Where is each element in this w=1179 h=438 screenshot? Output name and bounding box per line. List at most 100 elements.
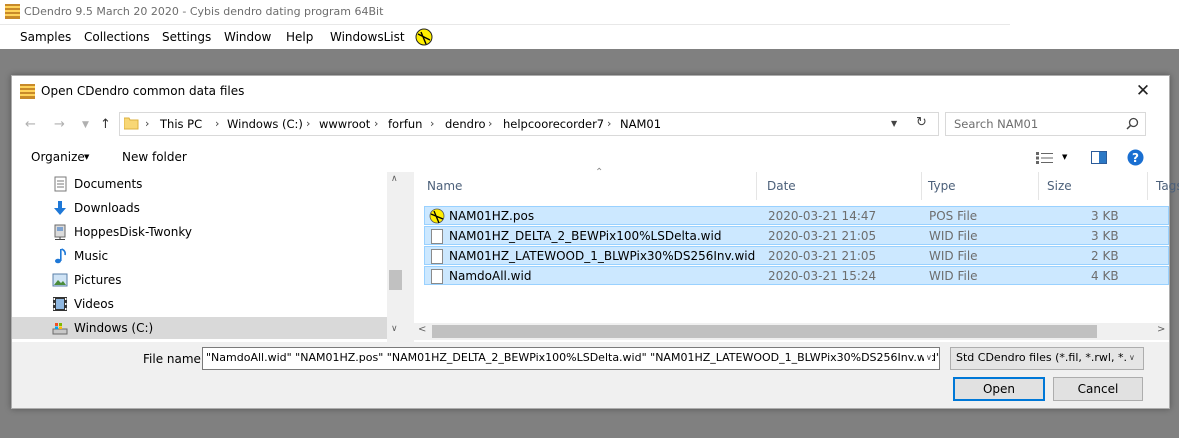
- menu-collections[interactable]: Collections: [84, 30, 150, 44]
- app-background-right: [1010, 0, 1179, 49]
- command-bar: Organize ▼ New folder ▼ ?: [12, 144, 1169, 172]
- scrollbar-thumb[interactable]: [432, 325, 1097, 338]
- nav-item-label: Pictures: [74, 273, 122, 287]
- nav-item-hoppesdisk-twonky[interactable]: HoppesDisk-Twonky: [52, 221, 392, 243]
- back-icon[interactable]: ←: [25, 117, 36, 132]
- file-date: 2020-03-21 21:05: [768, 229, 877, 243]
- recent-chevron-icon[interactable]: ▼: [82, 120, 89, 130]
- menu-windowslist[interactable]: WindowsList: [330, 30, 405, 44]
- organize-button[interactable]: Organize: [31, 150, 85, 164]
- menu-samples[interactable]: Samples: [20, 30, 71, 44]
- file-name-input[interactable]: "NamdoAll.wid" "NAM01HZ.pos" "NAM01HZ_DE…: [202, 347, 940, 370]
- refresh-icon[interactable]: ↻: [916, 115, 927, 130]
- scroll-right-icon[interactable]: >: [1157, 324, 1165, 335]
- scroll-up-icon[interactable]: ∧: [391, 174, 398, 184]
- preview-pane-icon[interactable]: [1091, 151, 1107, 164]
- breadcrumb-windows-c[interactable]: Windows (C:): [227, 117, 303, 131]
- breadcrumb-dendro[interactable]: dendro: [445, 117, 485, 131]
- breadcrumb-this-pc[interactable]: This PC: [160, 117, 202, 131]
- file-size: 3 KB: [1091, 209, 1119, 223]
- address-dropdown-icon[interactable]: ▼: [891, 119, 897, 128]
- file-size: 3 KB: [1091, 229, 1119, 243]
- breadcrumb-wwwroot[interactable]: wwwroot: [319, 117, 370, 131]
- column-divider[interactable]: [921, 172, 922, 200]
- app-title: CDendro 9.5 March 20 2020 - Cybis dendro…: [24, 5, 384, 18]
- file-icon: [431, 249, 443, 264]
- file-date: 2020-03-21 14:47: [768, 209, 877, 223]
- nav-item-label: HoppesDisk-Twonky: [74, 225, 192, 239]
- breadcrumb-separator-icon: ›: [430, 117, 435, 130]
- new-folder-button[interactable]: New folder: [122, 150, 187, 164]
- breadcrumb-separator-icon: ›: [607, 117, 612, 130]
- open-button[interactable]: Open: [953, 377, 1045, 401]
- file-name: NAM01HZ_LATEWOOD_1_BLWPix30%DS256Inv.wid: [449, 249, 756, 263]
- nav-item-music[interactable]: Music: [52, 245, 392, 267]
- address-bar[interactable]: › This PC › Windows (C:) › wwwroot › for…: [119, 112, 939, 136]
- scroll-down-icon[interactable]: ∨: [391, 324, 398, 334]
- cdendro-logo-icon: [5, 4, 20, 19]
- file-name-label: File name:: [143, 352, 205, 366]
- file-type-select[interactable]: Std CDendro files (*.fil, *.rwl, *.f ∨: [950, 347, 1144, 370]
- scroll-left-icon[interactable]: <: [418, 324, 426, 335]
- column-header-size[interactable]: Size: [1047, 179, 1072, 193]
- menu-settings[interactable]: Settings: [162, 30, 211, 44]
- menu-window[interactable]: Window: [224, 30, 271, 44]
- file-row[interactable]: NAM01HZ_LATEWOOD_1_BLWPix30%DS256Inv.wid…: [424, 246, 1169, 265]
- breadcrumb-separator-icon: ›: [488, 117, 493, 130]
- file-list: ⌃ Name Date Type Size Tags NAM01HZ.pos 2…: [414, 167, 1179, 342]
- file-type: WID File: [929, 269, 978, 283]
- column-divider[interactable]: [756, 172, 757, 200]
- file-type: POS File: [929, 209, 978, 223]
- file-type-dropdown-icon[interactable]: ∨: [1127, 353, 1135, 362]
- breadcrumb-forfun[interactable]: forfun: [388, 117, 422, 131]
- dialog-titlebar: Open CDendro common data files ✕: [12, 76, 1169, 106]
- nav-item-documents[interactable]: Documents: [52, 173, 392, 195]
- pictures-icon: [52, 273, 68, 287]
- drive-icon: [52, 323, 68, 335]
- breadcrumb-helpcoorecorder7[interactable]: helpcoorecorder7: [503, 117, 604, 131]
- dialog-title: Open CDendro common data files: [41, 84, 245, 98]
- file-row[interactable]: NamdoAll.wid 2020-03-21 15:24 WID File 4…: [424, 266, 1169, 285]
- view-chevron-icon[interactable]: ▼: [1062, 153, 1067, 161]
- breadcrumb-nam01[interactable]: NAM01: [620, 117, 661, 131]
- nav-item-pictures[interactable]: Pictures: [52, 269, 392, 291]
- column-header-tags[interactable]: Tags: [1156, 179, 1179, 193]
- menu-help[interactable]: Help: [286, 30, 313, 44]
- svg-text:?: ?: [1132, 151, 1139, 165]
- help-icon[interactable]: ?: [1127, 149, 1144, 166]
- file-row[interactable]: NAM01HZ.pos 2020-03-21 14:47 POS File 3 …: [424, 206, 1169, 225]
- file-size: 2 KB: [1091, 249, 1119, 263]
- column-header-name[interactable]: Name: [427, 179, 462, 193]
- navigation-scrollbar[interactable]: ∧ ∨: [387, 172, 404, 342]
- nav-item-videos[interactable]: Videos: [52, 293, 392, 315]
- scrollbar-thumb[interactable]: [389, 270, 402, 290]
- cancel-button[interactable]: Cancel: [1053, 377, 1143, 401]
- menubar: Samples Collections Settings Window Help…: [0, 25, 1010, 49]
- navigation-pane: Documents Downloads HoppesDisk-Twonky Mu…: [12, 172, 404, 342]
- breadcrumb-separator-icon: ›: [374, 117, 379, 130]
- horizontal-scrollbar[interactable]: < >: [414, 323, 1169, 340]
- column-divider[interactable]: [1038, 172, 1039, 200]
- search-icon[interactable]: [1126, 117, 1139, 130]
- file-type-value: Std CDendro files (*.fil, *.rwl, *.f: [956, 351, 1131, 364]
- nav-item-label: Windows (C:): [74, 321, 154, 335]
- nav-item-windows-c[interactable]: Windows (C:): [12, 317, 387, 339]
- forward-icon[interactable]: →: [54, 117, 65, 132]
- cybis-logo-icon[interactable]: [415, 28, 433, 46]
- nav-item-label: Videos: [74, 297, 114, 311]
- column-header-type[interactable]: Type: [928, 179, 956, 193]
- videos-icon: [53, 297, 67, 311]
- column-header-date[interactable]: Date: [767, 179, 796, 193]
- pos-file-icon: [429, 208, 445, 224]
- close-icon[interactable]: ✕: [1130, 79, 1156, 103]
- column-divider[interactable]: [1147, 172, 1148, 200]
- file-name-dropdown-icon[interactable]: ∨: [924, 353, 932, 362]
- view-options-icon[interactable]: [1036, 152, 1054, 164]
- file-row[interactable]: NAM01HZ_DELTA_2_BEWPix100%LSDelta.wid 20…: [424, 226, 1169, 245]
- nav-item-downloads[interactable]: Downloads: [52, 197, 392, 219]
- organize-chevron-icon: ▼: [84, 153, 90, 161]
- up-icon[interactable]: ↑: [100, 117, 111, 132]
- search-box[interactable]: Search NAM01: [945, 112, 1146, 136]
- file-name: NamdoAll.wid: [449, 269, 532, 283]
- downloads-icon: [54, 201, 66, 215]
